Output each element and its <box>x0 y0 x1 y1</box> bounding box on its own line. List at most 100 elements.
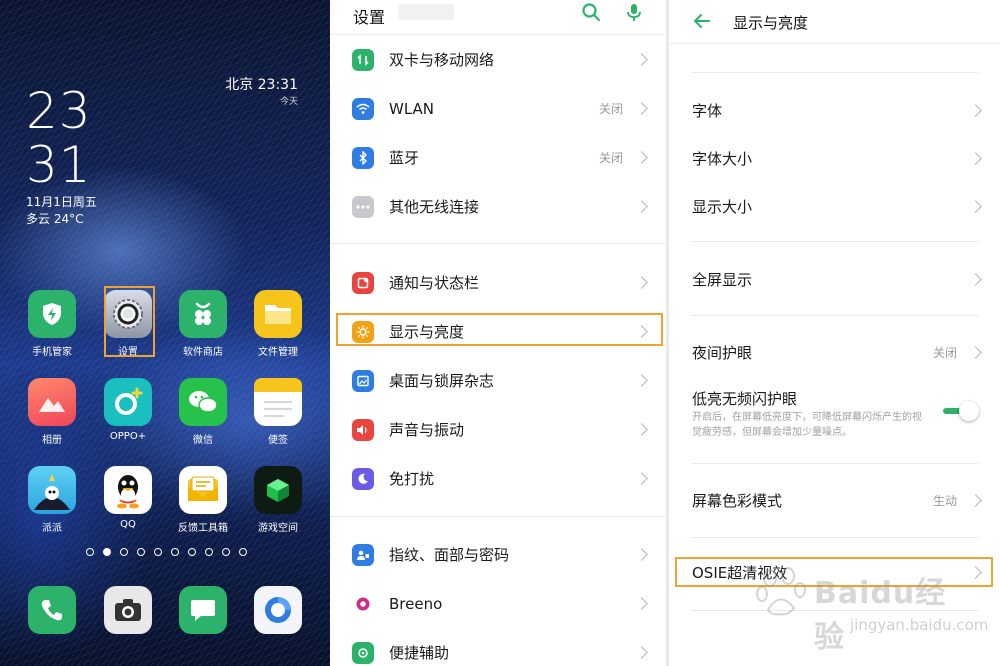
chevron-right-icon <box>969 151 982 165</box>
settings-item-do-not-disturb[interactable]: 免打扰 <box>330 454 666 503</box>
title-placeholder <box>398 4 454 20</box>
page-dot[interactable] <box>86 548 94 556</box>
app-oppo-plus[interactable]: OPPO+ <box>96 378 160 442</box>
dock-browser[interactable] <box>246 586 310 634</box>
app-wechat[interactable]: 微信 <box>171 378 235 446</box>
app-paipai[interactable]: 派派 <box>20 466 84 534</box>
watermark: Baidu经验 jingyan.baidu.com <box>754 566 988 655</box>
mountain-icon <box>28 378 76 426</box>
dock-messages[interactable] <box>171 586 235 634</box>
message-bubble-icon <box>179 586 227 634</box>
display-item-color-mode[interactable]: 屏幕色彩模式 生动 <box>669 476 1000 524</box>
settings-item-breeno[interactable]: Breeno <box>330 579 666 628</box>
settings-item-wallpaper[interactable]: 桌面与锁屏杂志 <box>330 356 666 405</box>
chevron-right-icon <box>969 345 982 359</box>
back-arrow-icon[interactable] <box>693 12 711 30</box>
page-dot[interactable] <box>103 548 111 556</box>
settings-item-label: 桌面与锁屏杂志 <box>389 372 495 390</box>
wallpaper-icon <box>352 369 374 392</box>
divider <box>692 315 978 316</box>
settings-item-label: 便捷辅助 <box>389 644 450 662</box>
page-dot[interactable] <box>154 548 162 556</box>
weather-text: 多云 24°C <box>26 212 84 226</box>
app-gallery[interactable]: 相册 <box>20 378 84 446</box>
search-icon[interactable] <box>581 2 601 22</box>
chevron-right-icon <box>635 276 648 289</box>
chevron-right-icon <box>635 102 648 115</box>
chevron-right-icon <box>969 272 982 286</box>
notification-icon <box>352 271 374 294</box>
settings-item-accessibility[interactable]: 便捷辅助 <box>330 628 666 666</box>
toggle-knob <box>959 401 979 421</box>
app-label: QQ <box>120 519 136 530</box>
app-game-space[interactable]: 游戏空间 <box>246 466 310 534</box>
page-dot[interactable] <box>188 548 196 556</box>
dual-sim-icon <box>352 48 374 71</box>
world-clock-day: 今天 <box>279 97 298 107</box>
low-flicker-description: 开启后，在屏幕低亮度下，可降低屏幕闪烁产生的视觉疲劳感，但屏幕会增加少量噪点。 <box>692 412 922 438</box>
bluetooth-icon <box>352 146 374 169</box>
watermark-text: Baidu经验 <box>814 576 947 655</box>
watermark-url: jingyan.baidu.com <box>850 616 989 634</box>
app-feedback[interactable]: 反馈工具箱 <box>171 466 235 534</box>
settings-item-wlan[interactable]: WLAN 关闭 <box>330 84 666 133</box>
app-qq[interactable]: QQ <box>96 466 160 530</box>
settings-item-fingerprint[interactable]: 指纹、面部与密码 <box>330 530 666 579</box>
settings-item-label: 通知与状态栏 <box>389 274 480 292</box>
fingerprint-icon <box>352 543 374 566</box>
settings-item-sound[interactable]: 声音与振动 <box>330 405 666 454</box>
app-store[interactable]: 软件商店 <box>171 290 235 358</box>
divider <box>330 516 666 517</box>
penguin-icon <box>104 466 152 514</box>
chevron-right-icon <box>635 548 648 561</box>
chevron-right-icon <box>635 374 648 387</box>
clock-minute: 31 <box>26 136 92 194</box>
app-notes[interactable]: 便签 <box>246 378 310 446</box>
page-dot[interactable] <box>120 548 128 556</box>
page-dot[interactable] <box>171 548 179 556</box>
chevron-right-icon <box>635 472 648 485</box>
page-indicator[interactable] <box>86 548 247 556</box>
display-item-night-mode[interactable]: 夜间护眼 关闭 <box>669 328 1000 376</box>
app-label: 文件管理 <box>258 347 298 358</box>
app-file-manager[interactable]: 文件管理 <box>246 290 310 358</box>
low-flicker-toggle[interactable] <box>943 401 979 421</box>
settings-item-label: 双卡与移动网络 <box>389 51 495 69</box>
display-item-label: 全屏显示 <box>692 270 753 289</box>
app-label: 微信 <box>193 435 213 446</box>
app-label: 反馈工具箱 <box>178 523 228 534</box>
page-dot[interactable] <box>137 548 145 556</box>
settings-item-label: WLAN <box>389 99 435 118</box>
app-phone-manager[interactable]: 手机管家 <box>20 290 84 358</box>
microphone-icon[interactable] <box>624 2 644 22</box>
chevron-right-icon <box>635 597 648 610</box>
settings-item-bluetooth[interactable]: 蓝牙 关闭 <box>330 133 666 182</box>
chevron-right-icon <box>635 151 648 164</box>
display-item-fullscreen[interactable]: 全屏显示 <box>669 255 1000 303</box>
settings-item-value: 关闭 <box>598 102 623 116</box>
low-flicker-label: 低亮无频闪护眼 <box>692 390 798 408</box>
settings-item-value: 关闭 <box>598 151 623 165</box>
folder-icon <box>254 290 302 338</box>
page-dot[interactable] <box>222 548 230 556</box>
app-label: 游戏空间 <box>258 523 298 534</box>
divider <box>692 241 978 242</box>
display-item-display-size[interactable]: 显示大小 <box>669 182 1000 230</box>
app-label: 软件商店 <box>183 347 223 358</box>
ring-plus-icon <box>104 378 152 426</box>
dock-camera[interactable] <box>96 586 160 634</box>
display-item-font-size[interactable]: 字体大小 <box>669 134 1000 182</box>
page-dot[interactable] <box>205 548 213 556</box>
display-item-label: 字体大小 <box>692 149 753 168</box>
divider <box>669 43 1000 44</box>
settings-item-other-wireless[interactable]: 其他无线连接 <box>330 182 666 231</box>
dock-phone[interactable] <box>20 586 84 634</box>
page-title: 设置 <box>353 8 386 27</box>
settings-item-label: Breeno <box>389 594 443 613</box>
settings-item-label: 蓝牙 <box>389 149 420 167</box>
page-dot[interactable] <box>239 548 247 556</box>
display-item-font[interactable]: 字体 <box>669 86 1000 134</box>
settings-item-dual-sim[interactable]: 双卡与移动网络 <box>330 35 666 84</box>
settings-item-notifications[interactable]: 通知与状态栏 <box>330 258 666 307</box>
display-item-value: 生动 <box>932 493 957 508</box>
